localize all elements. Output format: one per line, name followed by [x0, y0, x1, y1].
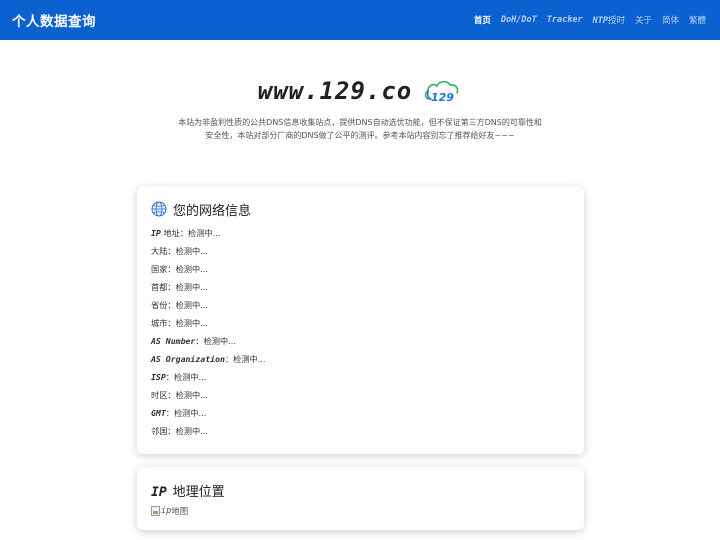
nav-tracker[interactable]: Tracker: [547, 15, 583, 25]
info-row: 首都：检测中...: [151, 278, 570, 296]
logo-text: 129: [431, 91, 454, 104]
geo-header: IP 地理位置: [151, 481, 570, 500]
info-value: ：检测中...: [165, 372, 207, 382]
info-value: ：检测中...: [167, 426, 208, 436]
network-info-list: IP 地址：检测中... 大陆：检测中... 国家：检测中... 首都：检测中... 省…: [151, 224, 570, 440]
info-value: ：检测中...: [179, 228, 221, 238]
info-key: 大陆: [151, 246, 168, 256]
network-info-title: 您的网络信息: [173, 203, 252, 219]
top-navbar: 个人数据查询 首页 DoH/DoT Tracker NTP授时 关于 简体 繁體: [0, 0, 720, 40]
info-value: ：检测中...: [167, 318, 208, 328]
nav-ntp-label: 授时: [607, 16, 625, 26]
info-key-mono: IP: [151, 228, 161, 238]
globe-icon: [151, 201, 167, 217]
info-value: ：检测中...: [167, 282, 208, 292]
info-key: 首都: [151, 282, 168, 292]
geo-title-text: 地理位置: [172, 484, 225, 500]
nav-simplified[interactable]: 简体: [662, 14, 679, 26]
info-value: ：检测中...: [195, 336, 236, 346]
info-key-mono: GMT: [151, 408, 166, 418]
info-value: ：检测中...: [165, 408, 207, 418]
network-info-card: 您的网络信息 IP 地址：检测中... 大陆：检测中... 国家：检测中... 首都：…: [137, 186, 584, 454]
info-key-mono: ISP: [151, 372, 166, 382]
info-value: ：检测中...: [167, 264, 208, 274]
info-row: 时区：检测中...: [151, 386, 570, 404]
brand-link[interactable]: 个人数据查询: [12, 10, 96, 30]
info-row: 大陆：检测中...: [151, 242, 570, 260]
geo-title-mono: IP: [151, 484, 167, 500]
info-value: ：检测中...: [167, 300, 208, 310]
cloud-logo-icon: 129: [425, 80, 459, 104]
hero-section: www.129.co 129 本站为非盈利性质的公共DNS信息收集站点，提供DN…: [0, 40, 720, 142]
info-row: 省份：检测中...: [151, 296, 570, 314]
info-key-mono: AS Number: [151, 336, 196, 346]
info-value: ：检测中...: [224, 354, 266, 364]
info-row: GMT：检测中...: [151, 404, 570, 422]
info-key: 邻国: [151, 426, 168, 436]
site-description-line2: 安全性，本站对部分厂商的DNS做了公平的测评。参考本站内容别忘了推荐给好友~~~: [205, 131, 515, 140]
map-alt-mono: ip: [161, 506, 172, 516]
info-row: 邻国：检测中...: [151, 422, 570, 440]
nav-ntp-label-mono: NTP: [592, 16, 608, 26]
nav-tracker-label: Tracker: [546, 15, 583, 25]
nav-home[interactable]: 首页: [474, 14, 491, 26]
info-row: ISP：检测中...: [151, 368, 570, 386]
nav-traditional[interactable]: 繁體: [689, 14, 706, 26]
info-key: 时区: [151, 390, 168, 400]
info-value: ：检测中...: [167, 246, 208, 256]
info-value: ：检测中...: [167, 390, 208, 400]
info-row: AS Organization：检测中...: [151, 350, 570, 368]
info-key: 国家: [151, 264, 168, 274]
nav-ntp[interactable]: NTP授时: [593, 14, 625, 26]
info-row: 城市：检测中...: [151, 314, 570, 332]
site-description: 本站为非盈利性质的公共DNS信息收集站点，提供DNS自动选优功能，但不保证第三方…: [175, 116, 545, 142]
map-alt-text: 地图: [171, 507, 189, 517]
ip-map-image: ip 地图: [151, 505, 570, 517]
nav-links: 首页 DoH/DoT Tracker NTP授时 关于 简体 繁體: [464, 14, 706, 26]
nav-doh-dot-label: DoH/DoT: [500, 15, 537, 25]
ip-geolocation-card: IP 地理位置 ip 地图: [137, 467, 584, 530]
nav-about[interactable]: 关于: [635, 14, 652, 26]
info-row: 国家：检测中...: [151, 260, 570, 278]
info-key: 省份: [151, 300, 168, 310]
hero-title-row: www.129.co 129: [0, 74, 720, 108]
site-title: www.129.co: [257, 77, 413, 105]
info-key: 地址: [160, 228, 180, 238]
broken-image-icon: [151, 506, 160, 516]
info-row: IP 地址：检测中...: [151, 224, 570, 242]
info-key: 城市: [151, 318, 168, 328]
site-description-line1: 本站为非盈利性质的公共DNS信息收集站点，提供DNS自动选优功能，但不保证第三方…: [178, 118, 542, 127]
info-key-mono: AS Organization: [151, 354, 225, 364]
network-info-header: 您的网络信息: [151, 200, 570, 219]
info-row: AS Number：检测中...: [151, 332, 570, 350]
geo-title: IP 地理位置: [151, 481, 225, 500]
nav-doh-dot[interactable]: DoH/DoT: [501, 15, 537, 25]
